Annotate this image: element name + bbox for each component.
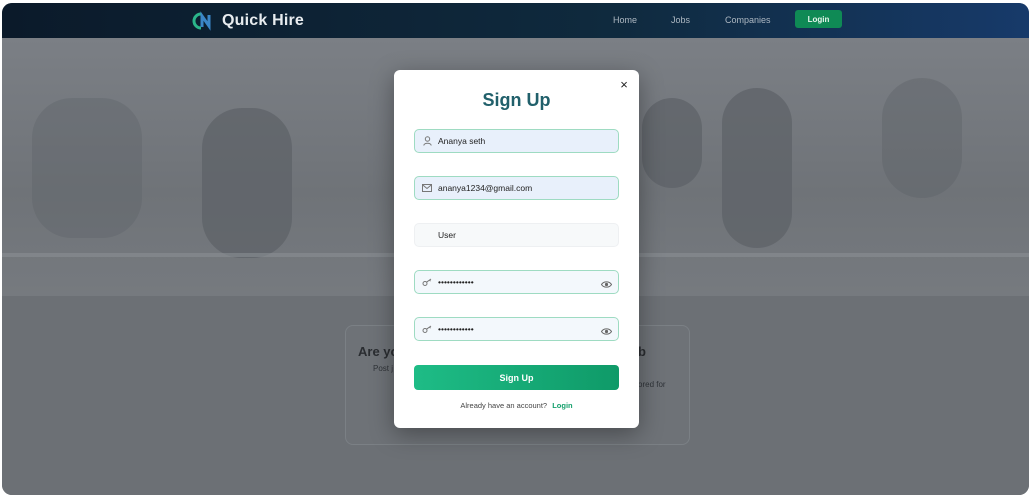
role-select[interactable] [414,223,619,247]
signup-modal: × Sign Up Ananya seth ananya1234@gmail.c… [394,70,639,428]
email-field[interactable] [414,176,619,200]
eye-icon[interactable] [600,324,613,335]
hero-figure [642,98,702,188]
card-text: ored for [638,380,666,389]
role-icon [422,230,432,240]
hero-figure [882,78,962,198]
nav-home[interactable]: Home [613,15,637,25]
app-frame: Quick Hire Home Jobs Companies Login Are… [2,3,1029,495]
hero-figure [202,108,292,258]
mail-icon [422,183,432,193]
hero-figure [722,88,792,248]
role-input[interactable] [438,230,603,240]
password-input[interactable] [438,277,603,287]
brand-logo[interactable]: Quick Hire [192,10,304,32]
modal-title: Sign Up [482,90,551,110]
confirm-password-input[interactable] [438,324,603,334]
email-input[interactable] [438,183,603,193]
eye-icon[interactable] [600,277,613,288]
card-text: Post j [373,364,394,373]
name-input[interactable] [438,136,603,146]
confirm-password-field[interactable] [414,317,619,341]
brand-name: Quick Hire [222,12,305,29]
navbar: Quick Hire Home Jobs Companies Login [2,3,1029,38]
user-icon [422,136,432,146]
login-prompt: Already have an account? Login [394,401,639,410]
hero-figure [32,98,142,238]
nav-jobs[interactable]: Jobs [671,15,690,25]
key-icon [422,324,432,334]
name-field[interactable] [414,129,619,153]
nav-companies[interactable]: Companies [725,15,771,25]
nav-login-button[interactable]: Login [795,10,842,28]
key-icon [422,277,432,287]
card-heading: b [638,344,646,359]
card-heading: Are yo [358,344,399,359]
login-prompt-text: Already have an account? [460,401,548,410]
login-link[interactable]: Login [552,401,572,410]
signup-button[interactable]: Sign Up [414,365,619,390]
password-field[interactable] [414,270,619,294]
logo-icon [192,10,214,32]
